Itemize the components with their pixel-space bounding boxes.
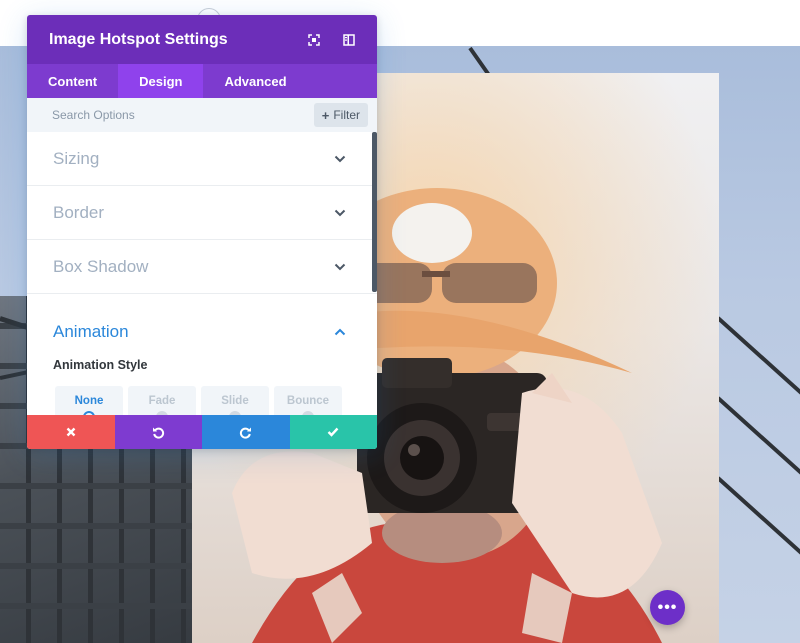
modal-body: Sizing Border Box Shadow Animation Anima… (27, 132, 377, 415)
toggle-box-shadow[interactable]: Box Shadow (27, 240, 377, 294)
chevron-down-icon (334, 207, 346, 219)
toggle-title: Border (53, 202, 105, 222)
toggle-border[interactable]: Border (27, 186, 377, 240)
action-bar (27, 415, 377, 449)
animation-option-none[interactable]: None (55, 386, 123, 415)
search-options-input[interactable] (52, 108, 314, 122)
toggle-animation[interactable]: Animation (27, 294, 377, 355)
fullscreen-icon[interactable] (302, 28, 326, 52)
undo-icon (152, 427, 164, 439)
animation-option-fade[interactable]: Fade (128, 386, 196, 415)
more-dots-icon: ••• (657, 598, 678, 616)
chevron-down-icon (334, 261, 346, 273)
toggle-title: Box Shadow (53, 256, 149, 276)
scrollbar[interactable] (372, 132, 377, 292)
toggle-title: Sizing (53, 148, 100, 168)
close-icon (66, 427, 76, 437)
redo-icon (240, 427, 252, 439)
tab-content[interactable]: Content (27, 64, 118, 98)
modal-title: Image Hotspot Settings (49, 30, 228, 48)
page-settings-button[interactable]: ••• (650, 590, 685, 625)
animation-style-label: Animation Style (53, 358, 148, 372)
sidebar-toggle-icon[interactable] (337, 28, 361, 52)
filter-button[interactable]: + Filter (313, 103, 368, 127)
animation-option-bounce[interactable]: Bounce (274, 386, 342, 415)
save-button[interactable] (289, 415, 377, 449)
plus-icon: + (321, 107, 330, 123)
discard-button[interactable] (27, 415, 115, 449)
toggle-title: Animation (53, 321, 129, 341)
chevron-up-icon (334, 326, 346, 338)
tab-advanced[interactable]: Advanced (203, 64, 307, 98)
undo-button[interactable] (114, 415, 202, 449)
redo-button[interactable] (202, 415, 290, 449)
modal-tabs: Content Design Advanced (27, 64, 377, 98)
check-icon (327, 427, 339, 437)
animation-option-slide[interactable]: Slide (201, 386, 269, 415)
search-row: + Filter (27, 98, 377, 132)
modal-header: Image Hotspot Settings (27, 15, 377, 64)
settings-modal: Image Hotspot Settings Content Design Ad… (27, 15, 377, 449)
tab-design[interactable]: Design (118, 64, 204, 98)
toggle-sizing[interactable]: Sizing (27, 132, 377, 186)
filter-label: Filter (333, 108, 360, 122)
chevron-down-icon (334, 153, 346, 165)
animation-style-options: None Fade Slide Bounce (27, 386, 377, 415)
